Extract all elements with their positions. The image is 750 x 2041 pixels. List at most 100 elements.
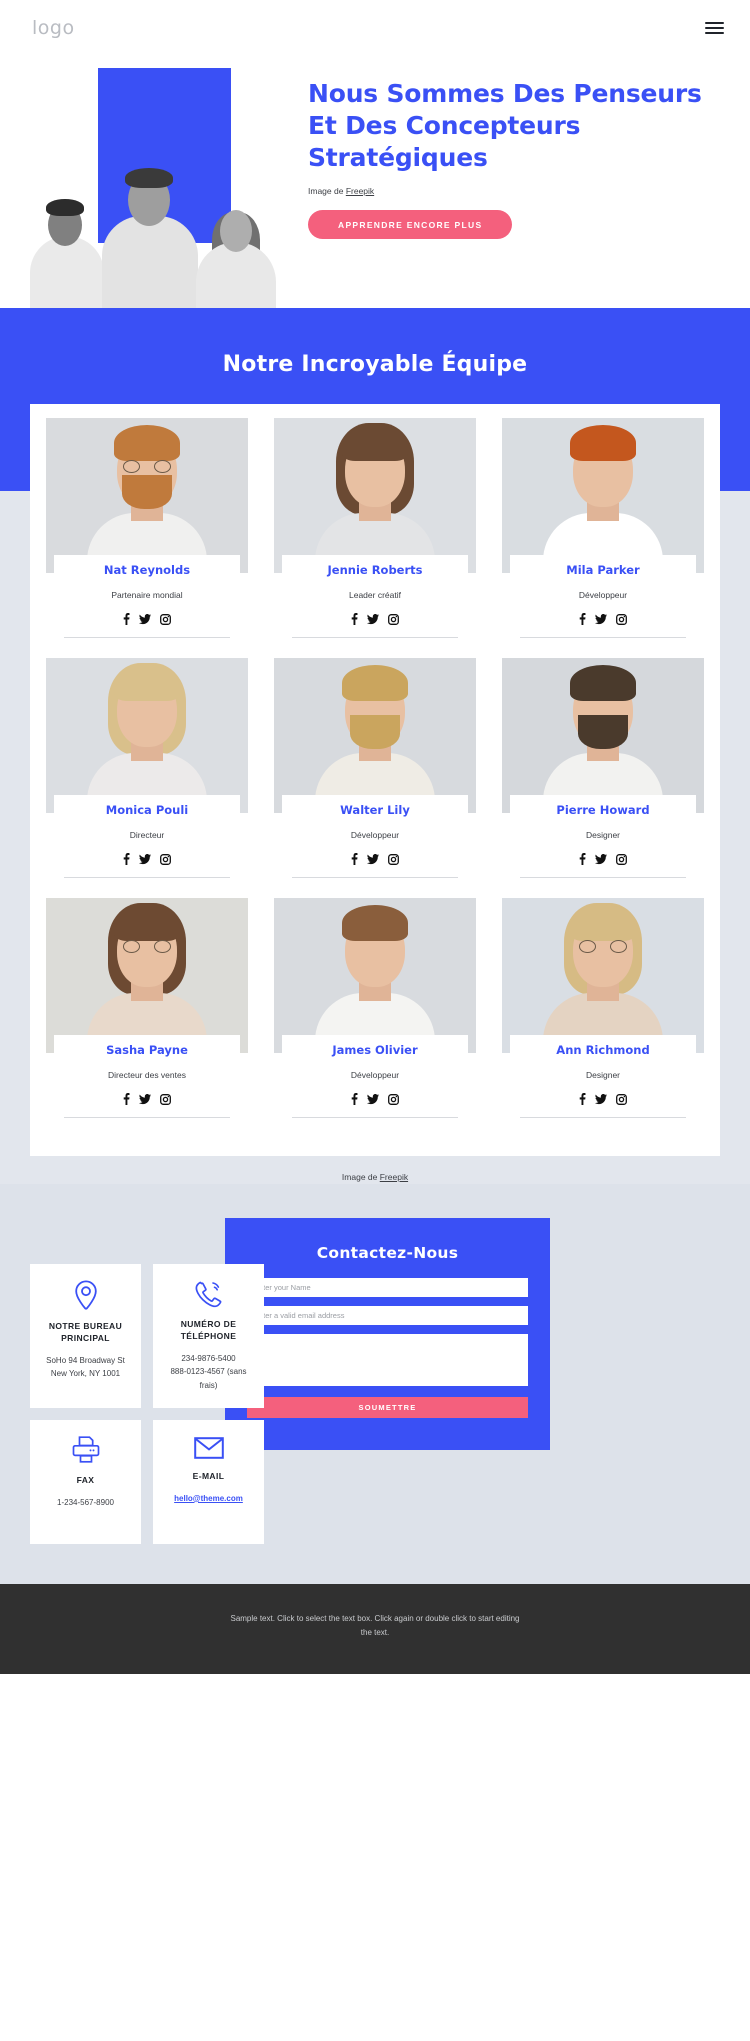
facebook-icon[interactable]	[123, 613, 130, 625]
member-separator	[64, 637, 230, 638]
envelope-icon	[161, 1436, 256, 1460]
member-photo	[502, 898, 704, 1053]
instagram-icon[interactable]	[160, 613, 171, 625]
instagram-icon[interactable]	[616, 853, 627, 865]
hero-title: Nous Sommes Des Penseurs Et Des Concepte…	[308, 79, 702, 172]
member-name: Nat Reynolds	[54, 555, 240, 584]
team-member-card[interactable]: Pierre Howard Designer	[502, 658, 704, 898]
facebook-icon[interactable]	[351, 1093, 358, 1105]
contact-card-line-1: hello@theme.com	[161, 1492, 256, 1506]
member-social-links	[46, 613, 248, 625]
team-member-card[interactable]: Ann Richmond Designer	[502, 898, 704, 1138]
member-role: Développeur	[578, 590, 628, 600]
twitter-icon[interactable]	[595, 613, 607, 625]
instagram-icon[interactable]	[160, 853, 171, 865]
facebook-icon[interactable]	[579, 613, 586, 625]
landing-page: logo Nous Sommes Des Penseurs Et Des Con…	[0, 0, 750, 1675]
hero-attribution-prefix: Image de	[308, 186, 346, 196]
member-photo	[274, 418, 476, 573]
member-social-links	[46, 1093, 248, 1105]
member-photo	[46, 898, 248, 1053]
logo[interactable]: logo	[32, 17, 75, 39]
twitter-icon[interactable]	[367, 1093, 379, 1105]
twitter-icon[interactable]	[139, 613, 151, 625]
printer-icon	[38, 1436, 133, 1464]
twitter-icon[interactable]	[367, 613, 379, 625]
member-role: Développeur	[350, 830, 400, 840]
phone-icon	[161, 1280, 256, 1308]
twitter-icon[interactable]	[595, 1093, 607, 1105]
member-separator	[64, 1117, 230, 1118]
team-member-card[interactable]: Jennie Roberts Leader créatif	[274, 418, 476, 658]
facebook-icon[interactable]	[579, 853, 586, 865]
member-photo	[502, 658, 704, 813]
member-name: Pierre Howard	[510, 795, 696, 824]
hamburger-icon[interactable]	[701, 18, 728, 38]
member-role: Développeur	[350, 1070, 400, 1080]
instagram-icon[interactable]	[616, 613, 627, 625]
member-name: Ann Richmond	[510, 1035, 696, 1064]
team-member-card[interactable]: Nat Reynolds Partenaire mondial	[46, 418, 248, 658]
facebook-icon[interactable]	[351, 853, 358, 865]
facebook-icon[interactable]	[351, 613, 358, 625]
contact-info-card: NOTRE BUREAU PRINCIPAL SoHo 94 Broadway S…	[30, 1264, 141, 1409]
contact-card-title: FAX	[76, 1475, 95, 1486]
team-card-container: Nat Reynolds Partenaire mondial Jennie Rob…	[30, 404, 720, 1156]
team-title: Notre Incroyable Équipe	[222, 352, 528, 377]
contact-inner: Contactez-Nous SOUMETTRE NOTRE BUREAU PR…	[0, 1218, 750, 1545]
team-member-card[interactable]: Mila Parker Développeur	[502, 418, 704, 658]
member-name: Walter Lily	[282, 795, 468, 824]
member-social-links	[502, 613, 704, 625]
instagram-icon[interactable]	[160, 1093, 171, 1105]
facebook-icon[interactable]	[123, 853, 130, 865]
contact-section: Contactez-Nous SOUMETTRE NOTRE BUREAU PR…	[0, 1184, 750, 1585]
contact-info-card: NUMÉRO DE TÉLÉPHONE 234-9876-5400 888-0123…	[153, 1264, 264, 1409]
submit-button[interactable]: SOUMETTRE	[247, 1397, 528, 1418]
message-textarea[interactable]	[247, 1334, 528, 1386]
team-member-card[interactable]: Monica Pouli Directeur	[46, 658, 248, 898]
member-social-links	[502, 853, 704, 865]
member-name: James Olivier	[282, 1035, 468, 1064]
team-member-card[interactable]: James Olivier Développeur	[274, 898, 476, 1138]
facebook-icon[interactable]	[579, 1093, 586, 1105]
hero-team-photo	[28, 118, 288, 308]
twitter-icon[interactable]	[139, 1093, 151, 1105]
instagram-icon[interactable]	[388, 613, 399, 625]
instagram-icon[interactable]	[388, 853, 399, 865]
hero-attribution-link[interactable]: Freepik	[346, 186, 374, 196]
site-footer: Sample text. Click to select the text bo…	[0, 1584, 750, 1675]
email-link[interactable]: hello@theme.com	[174, 1494, 243, 1503]
name-input[interactable]	[247, 1278, 528, 1297]
contact-cards: NOTRE BUREAU PRINCIPAL SoHo 94 Broadway S…	[30, 1264, 264, 1545]
member-photo	[274, 898, 476, 1053]
member-role: Designer	[585, 830, 621, 840]
team-grid: Nat Reynolds Partenaire mondial Jennie Rob…	[46, 418, 704, 1138]
email-input[interactable]	[247, 1306, 528, 1325]
twitter-icon[interactable]	[367, 853, 379, 865]
member-social-links	[274, 1093, 476, 1105]
team-member-card[interactable]: Sasha Payne Directeur des ventes	[46, 898, 248, 1138]
team-member-card[interactable]: Walter Lily Développeur	[274, 658, 476, 898]
contact-form-title: Contactez-Nous	[316, 1244, 459, 1262]
member-separator	[292, 637, 458, 638]
contact-card-title: E-MAIL	[192, 1471, 225, 1482]
twitter-icon[interactable]	[139, 853, 151, 865]
contact-card-line-1: SoHo 94 Broadway St	[46, 1355, 125, 1365]
team-attribution-link[interactable]: Freepik	[380, 1172, 408, 1182]
contact-card-title: NOTRE BUREAU PRINCIPAL	[48, 1321, 123, 1344]
contact-form-panel: Contactez-Nous SOUMETTRE	[225, 1218, 550, 1450]
team-attribution-prefix: Image de	[341, 1172, 380, 1182]
member-social-links	[46, 853, 248, 865]
instagram-icon[interactable]	[616, 1093, 627, 1105]
footer-text: Sample text. Click to select the text bo…	[230, 1614, 520, 1638]
member-role: Designer	[585, 1070, 621, 1080]
facebook-icon[interactable]	[123, 1093, 130, 1105]
hero-image-area	[0, 56, 290, 308]
twitter-icon[interactable]	[595, 853, 607, 865]
learn-more-button[interactable]: APPRENDRE ENCORE PLUS	[308, 210, 513, 239]
instagram-icon[interactable]	[388, 1093, 399, 1105]
member-social-links	[502, 1093, 704, 1105]
contact-card-line-2: New York, NY 1001	[50, 1369, 121, 1379]
member-social-links	[274, 853, 476, 865]
hero-section: Nous Sommes Des Penseurs Et Des Concepte…	[0, 56, 750, 308]
